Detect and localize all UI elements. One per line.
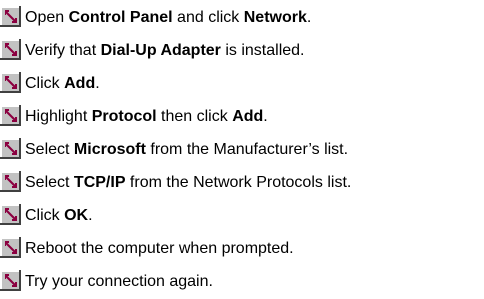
step-text: Select TCP/IP from the Network Protocols…	[25, 174, 352, 191]
step-text: Open Control Panel and click Network.	[25, 9, 312, 26]
step-item: Highlight Protocol then click Add.	[0, 99, 484, 132]
step-text: Click OK.	[25, 207, 93, 224]
step-item: Reboot the computer when prompted.	[0, 231, 484, 264]
step-arrow-icon	[0, 171, 21, 192]
step-arrow-icon	[0, 6, 21, 27]
step-text: Verify that Dial-Up Adapter is installed…	[25, 42, 305, 59]
step-text: Click Add.	[25, 75, 100, 92]
step-arrow-icon	[0, 72, 21, 93]
instruction-steps-list: Open Control Panel and click Network. Ve…	[0, 0, 484, 297]
step-arrow-icon	[0, 138, 21, 159]
step-item: Select TCP/IP from the Network Protocols…	[0, 165, 484, 198]
step-item: Verify that Dial-Up Adapter is installed…	[0, 33, 484, 66]
step-arrow-icon	[0, 105, 21, 126]
step-text: Select Microsoft from the Manufacturer’s…	[25, 141, 349, 158]
step-item: Click OK.	[0, 198, 484, 231]
step-arrow-icon	[0, 237, 21, 258]
step-text: Highlight Protocol then click Add.	[25, 108, 268, 125]
step-item: Click Add.	[0, 66, 484, 99]
step-item: Try your connection again.	[0, 264, 484, 297]
step-item: Open Control Panel and click Network.	[0, 0, 484, 33]
step-item: Select Microsoft from the Manufacturer’s…	[0, 132, 484, 165]
step-arrow-icon	[0, 270, 21, 291]
step-arrow-icon	[0, 204, 21, 225]
step-arrow-icon	[0, 39, 21, 60]
step-text: Reboot the computer when prompted.	[25, 240, 294, 257]
step-text: Try your connection again.	[25, 273, 213, 290]
